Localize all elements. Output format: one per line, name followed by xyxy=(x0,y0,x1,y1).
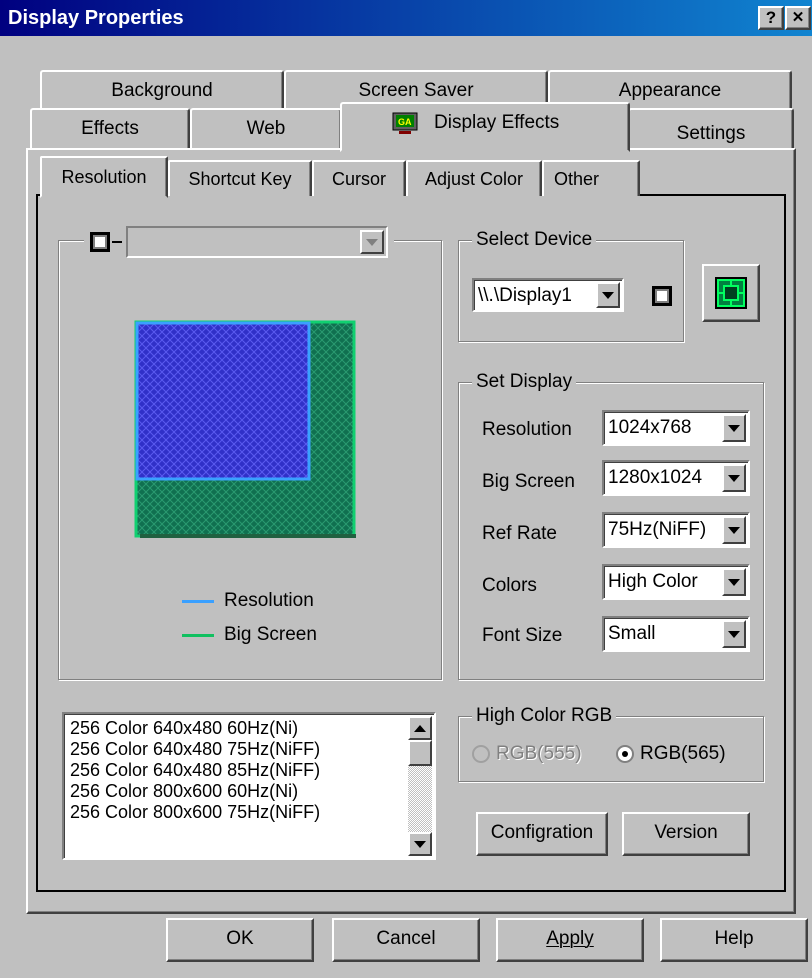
tab-effects[interactable]: Effects xyxy=(30,108,190,152)
font-size-label: Font Size xyxy=(482,625,563,646)
title-bar: Display Properties ? ✕ xyxy=(0,0,812,36)
chevron-down-icon[interactable] xyxy=(596,282,620,308)
device-identify-button[interactable] xyxy=(652,286,672,306)
tab-web[interactable]: Web xyxy=(190,108,342,152)
scroll-thumb[interactable] xyxy=(408,740,432,766)
device-monitor-button[interactable] xyxy=(702,264,760,322)
inner-tab-adjust-color[interactable]: Adjust Color xyxy=(406,160,542,196)
chevron-down-icon[interactable] xyxy=(722,568,746,596)
chevron-down-icon[interactable] xyxy=(722,620,746,648)
chevron-down-icon[interactable] xyxy=(360,230,384,254)
resolution-select[interactable]: 1024x768 xyxy=(602,410,750,446)
device-combo[interactable]: \\.\Display1 xyxy=(472,278,624,312)
mode-list-scrollbar[interactable] xyxy=(408,716,432,856)
high-color-rgb-title: High Color RGB xyxy=(472,705,617,727)
list-item[interactable]: 256 Color 800x600 75Hz(NiFF) xyxy=(66,802,406,823)
font-size-select[interactable]: Small xyxy=(602,616,750,652)
legend-bigscreen-line xyxy=(182,634,214,637)
radio-rgb565[interactable]: RGB(565) xyxy=(616,742,756,768)
window-title: Display Properties xyxy=(8,7,184,29)
chevron-down-icon[interactable] xyxy=(722,516,746,544)
radio-circle-selected xyxy=(616,745,634,763)
preview-toggle-button[interactable] xyxy=(90,232,110,252)
close-title-button[interactable]: ✕ xyxy=(785,6,811,30)
svg-text:GA: GA xyxy=(398,117,412,127)
monitor-frame-icon xyxy=(715,277,747,309)
big-screen-label: Big Screen xyxy=(482,471,575,492)
chevron-down-icon[interactable] xyxy=(722,414,746,442)
device-value: \\.\Display1 xyxy=(478,285,572,306)
inner-tab-other[interactable]: Other xyxy=(542,160,640,196)
resolution-label: Resolution xyxy=(482,419,572,440)
list-item[interactable]: 256 Color 640x480 75Hz(NiFF) xyxy=(66,739,406,760)
big-screen-select[interactable]: 1280x1024 xyxy=(602,460,750,496)
mode-list-items: 256 Color 640x480 60Hz(Ni) 256 Color 640… xyxy=(66,718,406,823)
display-effects-icon: GA xyxy=(392,112,420,136)
scroll-up-button[interactable] xyxy=(408,716,432,740)
tab-display-effects[interactable]: GA Display Effects xyxy=(340,102,630,152)
scroll-down-button[interactable] xyxy=(408,832,432,856)
preview-disabled-combo[interactable] xyxy=(126,226,388,258)
legend-resolution-label: Resolution xyxy=(224,590,314,611)
radio-circle xyxy=(472,745,490,763)
chevron-down-icon[interactable] xyxy=(722,464,746,492)
preview-header xyxy=(84,226,394,258)
ref-rate-select[interactable]: 75Hz(NiFF) xyxy=(602,512,750,548)
inner-tab-cursor[interactable]: Cursor xyxy=(312,160,406,196)
ref-rate-label: Ref Rate xyxy=(482,523,557,544)
legend-bigscreen-label: Big Screen xyxy=(224,624,317,645)
tab-settings[interactable]: Settings xyxy=(628,108,794,152)
set-display-title: Set Display xyxy=(472,371,577,393)
help-button[interactable]: Help xyxy=(660,918,808,962)
inner-tab-shortcut-key[interactable]: Shortcut Key xyxy=(168,160,312,196)
ok-button[interactable]: OK xyxy=(166,918,314,962)
list-item[interactable]: 256 Color 640x480 85Hz(NiFF) xyxy=(66,760,406,781)
chevron-up-icon xyxy=(414,724,426,732)
screen-preview xyxy=(134,320,358,540)
version-button[interactable]: Version xyxy=(622,812,750,856)
colors-label: Colors xyxy=(482,575,537,596)
tab-background[interactable]: Background xyxy=(40,70,284,110)
list-item[interactable]: 256 Color 800x600 60Hz(Ni) xyxy=(66,781,406,802)
mode-list[interactable]: 256 Color 640x480 60Hz(Ni) 256 Color 640… xyxy=(62,712,436,860)
radio-rgb555[interactable]: RGB(555) xyxy=(472,742,612,768)
chevron-down-icon xyxy=(414,840,426,848)
legend-resolution-line xyxy=(182,600,214,603)
cancel-button[interactable]: Cancel xyxy=(332,918,480,962)
help-title-button[interactable]: ? xyxy=(758,6,784,30)
select-device-title: Select Device xyxy=(472,229,597,251)
apply-button[interactable]: Apply xyxy=(496,918,644,962)
configration-button[interactable]: Configration xyxy=(476,812,608,856)
inner-tab-resolution[interactable]: Resolution xyxy=(40,156,168,198)
preview-header-line xyxy=(112,241,122,243)
list-item[interactable]: 256 Color 640x480 60Hz(Ni) xyxy=(66,718,406,739)
colors-select[interactable]: High Color xyxy=(602,564,750,600)
resolution-area xyxy=(135,321,311,481)
